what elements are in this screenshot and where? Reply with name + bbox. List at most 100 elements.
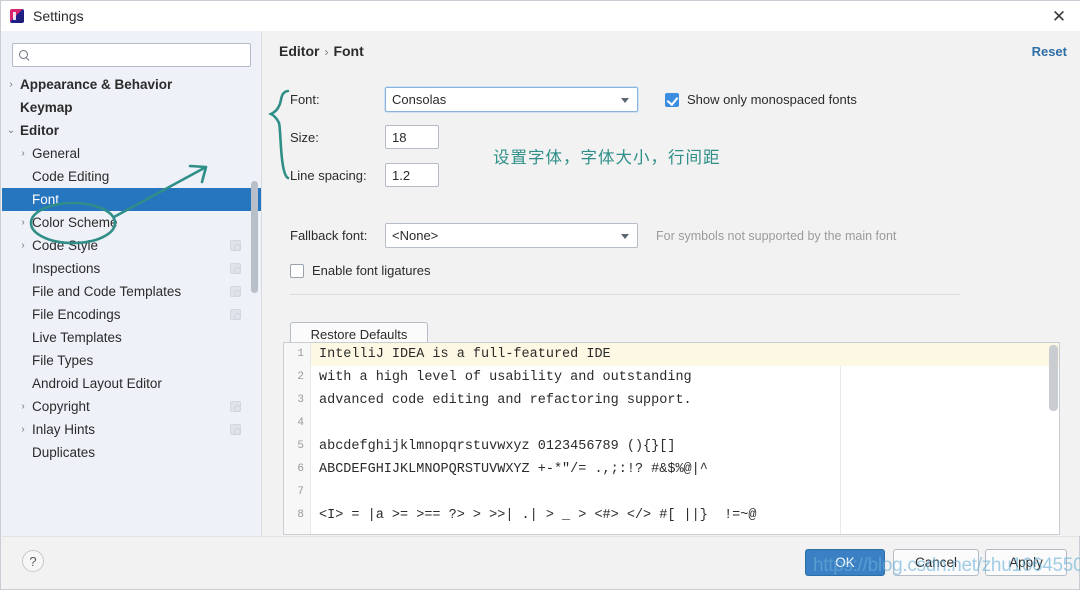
sidebar-item-code-editing[interactable]: Code Editing — [2, 165, 261, 188]
size-input[interactable]: 18 — [385, 125, 439, 149]
sidebar-item-editor[interactable]: ⌄ Editor — [2, 119, 261, 142]
preview-code-line: <I> = |a >= >== ?> > >>| .| > _ > <#> </… — [319, 508, 757, 523]
chevron-icon[interactable]: › — [14, 401, 32, 412]
sidebar-scrollbar[interactable] — [251, 181, 258, 293]
sidebar-item-label: Editor — [20, 123, 59, 138]
settings-dialog: Settings ✕ › Appearance & Behavior Keymap ⌄… — [0, 0, 1080, 590]
fallback-font-label: Fallback font: — [290, 228, 368, 243]
chevron-icon[interactable]: › — [14, 217, 32, 228]
chevron-icon[interactable]: › — [14, 148, 32, 159]
gear-icon[interactable] — [230, 424, 241, 435]
breadcrumb: Editor › Font — [279, 43, 364, 59]
sidebar-item-label: Keymap — [20, 100, 73, 115]
line-number: 1 — [297, 348, 304, 360]
chinese-annotation-note: 设置字体，字体大小，行间距 — [493, 148, 721, 167]
chevron-icon[interactable]: › — [2, 79, 20, 90]
sidebar-item-label: Duplicates — [32, 445, 96, 460]
gear-icon[interactable] — [230, 401, 241, 412]
chevron-icon[interactable]: ⌄ — [2, 125, 20, 136]
monospaced-checkbox[interactable] — [665, 92, 679, 107]
preview-scrollbar[interactable] — [1049, 345, 1058, 411]
preview-code-line — [311, 481, 1059, 504]
chevron-icon[interactable]: › — [14, 240, 32, 251]
sidebar-item-duplicates[interactable]: Duplicates — [2, 441, 261, 464]
preview-code-line: abcdefghijklmnopqrstuvwxyz 0123456789 ()… — [319, 439, 676, 454]
preview-code-area[interactable]: IntelliJ IDEA is a full-featured IDE with… — [311, 343, 1059, 534]
sidebar-search-box[interactable] — [12, 43, 251, 67]
sidebar-item-code-style[interactable]: › Code Style — [2, 234, 261, 257]
breadcrumb-root[interactable]: Editor — [279, 43, 319, 59]
sidebar-item-inspections[interactable]: Inspections — [2, 257, 261, 280]
font-row: Font: Consolas Show only monospaced font… — [290, 87, 857, 112]
breadcrumb-leaf: Font — [333, 43, 364, 59]
sidebar-item-label: Inspections — [32, 261, 101, 276]
gear-icon[interactable] — [230, 309, 241, 320]
sidebar-item-label: General — [32, 146, 81, 161]
preview-code-line: advanced code editing and refactoring su… — [319, 393, 692, 408]
window-title: Settings — [33, 8, 84, 24]
line-number: 8 — [297, 509, 304, 521]
font-preview-editor[interactable]: 1 2 3 4 5 6 7 8 IntelliJ IDEA is a full-feature… — [283, 342, 1060, 535]
breadcrumb-separator: › — [324, 45, 329, 59]
fallback-font-hint: For symbols not supported by the main fo… — [656, 228, 897, 243]
font-label: Font: — [290, 92, 320, 107]
close-icon[interactable]: ✕ — [1037, 1, 1080, 31]
size-row: Size: 18 — [290, 125, 439, 149]
sidebar-item-label: File Types — [32, 353, 94, 368]
title-bar: Settings ✕ — [1, 1, 1080, 31]
sidebar-item-label: Appearance & Behavior — [20, 77, 173, 92]
sidebar-item-file-types[interactable]: File Types — [2, 349, 261, 372]
line-number: 3 — [297, 394, 304, 406]
sidebar-item-label: Color Scheme — [32, 215, 118, 230]
preview-code-line — [311, 412, 1059, 435]
line-number: 7 — [297, 486, 304, 498]
sidebar-item-general[interactable]: › General — [2, 142, 261, 165]
settings-tree: › Appearance & Behavior Keymap ⌄ Editor › Gene… — [2, 73, 261, 464]
sidebar-item-label: Inlay Hints — [32, 422, 96, 437]
gear-icon[interactable] — [230, 263, 241, 274]
line-spacing-input[interactable]: 1.2 — [385, 163, 439, 187]
chevron-down-icon — [621, 97, 629, 103]
sidebar-item-copyright[interactable]: › Copyright — [2, 395, 261, 418]
line-number: 4 — [297, 417, 304, 429]
ligatures-label: Enable font ligatures — [312, 263, 431, 278]
help-icon[interactable]: ? — [22, 550, 44, 572]
font-family-value: Consolas — [392, 92, 447, 107]
preview-code-line: with a high level of usability and outst… — [319, 370, 692, 385]
ligatures-checkbox[interactable] — [290, 263, 304, 278]
sidebar-item-live-templates[interactable]: Live Templates — [2, 326, 261, 349]
line-spacing-label: Line spacing: — [290, 167, 367, 183]
sidebar-item-color-scheme[interactable]: › Color Scheme — [2, 211, 261, 234]
ligatures-row[interactable]: Enable font ligatures — [290, 263, 431, 278]
sidebar-item-keymap[interactable]: Keymap — [2, 96, 261, 119]
sidebar-item-label: Live Templates — [32, 330, 122, 345]
sidebar-item-inlay-hints[interactable]: › Inlay Hints — [2, 418, 261, 441]
sidebar-item-label: File and Code Templates — [32, 284, 182, 299]
sidebar-item-label: Code Style — [32, 238, 99, 253]
gear-icon[interactable] — [230, 240, 241, 251]
sidebar-item-android-layout-editor[interactable]: Android Layout Editor — [2, 372, 261, 395]
size-label: Size: — [290, 129, 319, 145]
reset-link[interactable]: Reset — [1032, 44, 1067, 59]
fallback-font-value: <None> — [392, 228, 439, 243]
gear-icon[interactable] — [230, 286, 241, 297]
fallback-font-row: Fallback font: <None> For symbols not su… — [290, 223, 896, 248]
preview-code-line: ABCDEFGHIJKLMNOPQRSTUVWXYZ +-*"/= .,;:!?… — [319, 462, 708, 477]
sidebar-item-appearance-behavior[interactable]: › Appearance & Behavior — [2, 73, 261, 96]
monospaced-checkbox-row[interactable]: Show only monospaced fonts — [665, 92, 857, 107]
monospaced-label: Show only monospaced fonts — [687, 92, 857, 107]
search-input[interactable] — [35, 47, 245, 63]
sidebar-item-font[interactable]: Font — [2, 188, 261, 211]
chevron-down-icon — [621, 233, 629, 239]
sidebar-item-label: Copyright — [32, 399, 90, 414]
section-divider — [290, 294, 960, 295]
fallback-font-dropdown[interactable]: <None> — [385, 223, 638, 248]
line-number: 6 — [297, 463, 304, 475]
sidebar-item-file-encodings[interactable]: File Encodings — [2, 303, 261, 326]
sidebar-item-label: Font — [32, 192, 60, 207]
settings-sidebar: › Appearance & Behavior Keymap ⌄ Editor › Gene… — [2, 31, 262, 536]
line-number: 5 — [297, 440, 304, 452]
chevron-icon[interactable]: › — [14, 424, 32, 435]
font-family-dropdown[interactable]: Consolas — [385, 87, 638, 112]
sidebar-item-file-and-code-templates[interactable]: File and Code Templates — [2, 280, 261, 303]
